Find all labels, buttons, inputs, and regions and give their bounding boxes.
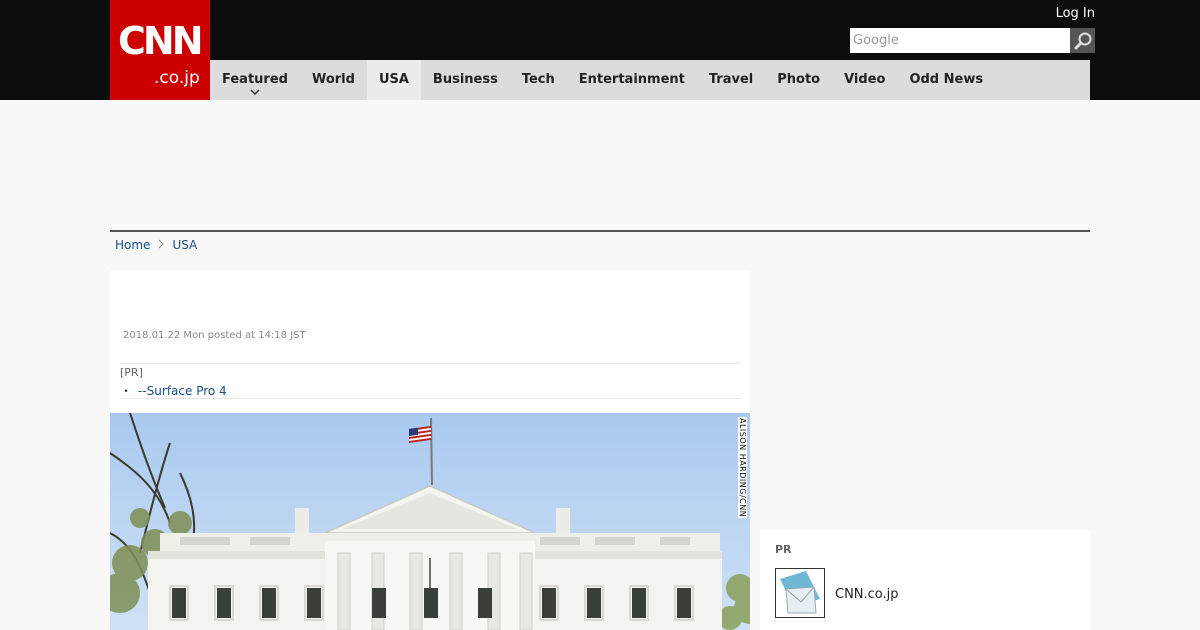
search-box	[850, 28, 1095, 53]
chevron-right-icon	[158, 238, 165, 252]
nav-item-featured[interactable]: Featured	[210, 60, 300, 100]
logo-sub-text: .co.jp	[154, 68, 200, 88]
main-nav: Featured World USA Business Tech Enterta…	[210, 60, 1090, 100]
bullet-icon: ・	[120, 384, 133, 398]
chevron-down-icon	[250, 89, 260, 98]
breadcrumb-home[interactable]: Home	[115, 238, 150, 252]
nav-item-travel[interactable]: Travel	[697, 60, 765, 100]
article-photo: ALISON HARDING/CNN	[110, 413, 750, 630]
white-house-image	[110, 413, 750, 630]
nav-item-entertainment[interactable]: Entertainment	[567, 60, 697, 100]
article-date: 2018.01.22 Mon posted at 14:18 JST	[123, 330, 306, 341]
pr-link[interactable]: --Surface Pro 4	[138, 384, 227, 398]
nav-item-world[interactable]: World	[300, 60, 367, 100]
breadcrumb: Home USA	[115, 238, 197, 252]
nav-item-tech[interactable]: Tech	[510, 60, 567, 100]
nav-item-odd-news[interactable]: Odd News	[897, 60, 995, 100]
nav-item-usa[interactable]: USA	[366, 60, 421, 100]
photo-credit: ALISON HARDING/CNN	[738, 417, 747, 519]
nav-item-video[interactable]: Video	[832, 60, 897, 100]
pr-box: [PR] ・ --Surface Pro 4	[120, 363, 740, 399]
sidebar-pr-panel: PR CNN.co.jp	[760, 530, 1090, 630]
pr-link-row: ・ --Surface Pro 4	[120, 382, 227, 399]
cnn-logo[interactable]: CNN .co.jp	[110, 0, 210, 100]
breadcrumb-current[interactable]: USA	[172, 238, 197, 252]
site-header: CNN .co.jp Log In Featured World USA Bus…	[0, 0, 1200, 100]
mail-icon	[776, 569, 824, 617]
pr-tag: [PR]	[120, 366, 143, 379]
login-link[interactable]: Log In	[1056, 6, 1095, 21]
breadcrumb-divider	[110, 230, 1090, 232]
nav-item-business[interactable]: Business	[421, 60, 510, 100]
article-card: 2018.01.22 Mon posted at 14:18 JST [PR] …	[110, 270, 750, 630]
search-button[interactable]	[1070, 28, 1095, 53]
nav-item-label: Featured	[222, 72, 288, 87]
pr-thumbnail[interactable]	[775, 568, 825, 618]
pr-item-name[interactable]: CNN.co.jp	[835, 587, 899, 602]
nav-item-photo[interactable]: Photo	[765, 60, 832, 100]
logo-main-text: CNN	[118, 19, 203, 63]
sidebar-pr-label: PR	[775, 543, 792, 556]
search-input[interactable]	[850, 28, 1070, 53]
search-icon	[1074, 32, 1091, 49]
